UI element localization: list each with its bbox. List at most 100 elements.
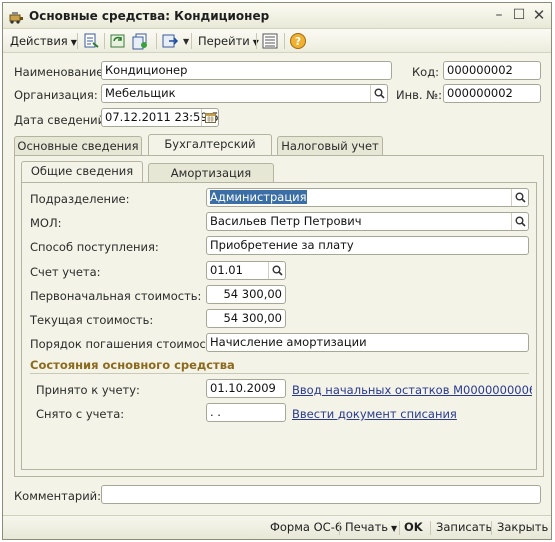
comment-label: Комментарий: xyxy=(14,489,102,503)
code-value: 000000002 xyxy=(447,63,513,77)
name-input[interactable]: Кондиционер xyxy=(101,61,392,80)
division-input[interactable]: Администрация xyxy=(206,188,529,207)
current-cost-value: 54 300,00 xyxy=(223,311,282,325)
toolbar-divider xyxy=(77,33,78,49)
inventory-number-value: 000000002 xyxy=(447,86,513,100)
comment-input[interactable] xyxy=(101,485,541,504)
window-title: Основные средства: Кондиционер xyxy=(29,9,270,23)
help-icon[interactable]: ? xyxy=(289,32,307,50)
code-input[interactable]: 000000002 xyxy=(443,61,541,80)
organization-value: Мебельщик xyxy=(105,86,176,100)
form-window: Основные средства: Кондиционер – ☐ ✕ Дей… xyxy=(2,2,552,540)
division-search-icon[interactable] xyxy=(511,189,528,206)
mol-search-icon[interactable] xyxy=(511,213,528,230)
actions-menu-label: Действия xyxy=(10,34,68,48)
organization-label: Организация: xyxy=(14,88,98,102)
command-bar: Форма ОС-6 Печать ▼ OK Записать Закрыть xyxy=(3,515,551,539)
toolbar-divider xyxy=(256,33,257,49)
toolbar-divider xyxy=(284,33,285,49)
refresh-icon[interactable] xyxy=(109,32,127,50)
division-label: Подразделение: xyxy=(30,192,130,206)
footer-divider xyxy=(339,521,340,535)
account-label: Счет учета: xyxy=(30,265,101,279)
post-document-icon[interactable] xyxy=(82,32,100,50)
organization-input[interactable]: Мебельщик xyxy=(101,84,388,103)
removed-date-input[interactable]: . . xyxy=(206,403,286,422)
based-on-icon[interactable] xyxy=(161,32,179,50)
info-date-input[interactable]: 07.12.2011 23:59:59 xyxy=(101,108,219,127)
receipt-method-value: Приобретение за плату xyxy=(210,238,354,252)
subtab-label: Общие сведения xyxy=(30,164,134,178)
save-button[interactable]: Записать xyxy=(436,520,492,534)
print-button[interactable]: Печать ▼ xyxy=(345,520,397,534)
accepted-label: Принято к учету: xyxy=(36,383,140,397)
toolbar: Действия▼ ▼ Перейти▼ xyxy=(3,29,551,53)
mol-input[interactable]: Васильев Петр Петрович xyxy=(206,212,529,231)
repayment-method-value: Начисление амортизации xyxy=(210,335,367,349)
initial-cost-label: Первоначальная стоимость: xyxy=(30,289,202,303)
name-value: Кондиционер xyxy=(105,63,188,77)
accepted-date-input[interactable]: 01.10.2009 xyxy=(206,379,286,398)
organization-search-icon[interactable] xyxy=(370,85,387,102)
tab-basic-info[interactable]: Основные сведения xyxy=(14,136,142,156)
initial-cost-value: 54 300,00 xyxy=(223,287,282,301)
form-os6-button[interactable]: Форма ОС-6 xyxy=(270,520,342,534)
inventory-number-input[interactable]: 000000002 xyxy=(443,84,541,103)
close-icon[interactable]: ✕ xyxy=(531,7,547,23)
toolbar-divider xyxy=(156,33,157,49)
asset-states-title: Состояния основного средства xyxy=(30,358,235,372)
current-cost-label: Текущая стоимость: xyxy=(30,313,154,327)
copy-document-icon[interactable] xyxy=(131,32,149,50)
current-cost-input[interactable]: 54 300,00 xyxy=(206,309,286,328)
goto-menu-label: Перейти xyxy=(198,34,250,48)
chevron-down-icon[interactable]: ▼ xyxy=(183,37,189,46)
repayment-method-label: Порядок погашения стоимости: xyxy=(30,337,224,351)
info-date-label: Дата сведений: xyxy=(14,113,109,127)
chevron-down-icon: ▼ xyxy=(70,38,77,47)
tab-accounting[interactable]: Бухгалтерский учет xyxy=(148,134,272,170)
goto-menu[interactable]: Перейти▼ xyxy=(198,32,259,50)
receipt-method-label: Способ поступления: xyxy=(30,240,159,254)
tab-tax-accounting[interactable]: Налоговый учет xyxy=(277,136,383,156)
mol-label: МОЛ: xyxy=(30,216,62,230)
ok-button[interactable]: OK xyxy=(404,520,423,534)
account-value: 01.01 xyxy=(210,263,243,277)
footer-divider xyxy=(399,521,400,535)
subtab-depreciation[interactable]: Амортизация (износ) xyxy=(148,163,274,199)
footer-divider xyxy=(491,521,492,535)
account-search-icon[interactable] xyxy=(268,262,285,279)
removed-label: Снято с учета: xyxy=(36,407,125,421)
initial-cost-input[interactable]: 54 300,00 xyxy=(206,285,286,304)
minimize-icon[interactable]: – xyxy=(491,7,507,23)
mol-value: Васильев Петр Петрович xyxy=(210,214,362,228)
receipt-method-input[interactable]: Приобретение за плату xyxy=(206,236,529,255)
code-label: Код: xyxy=(412,65,440,79)
write-off-document-link[interactable]: Ввести документ списания xyxy=(292,407,532,421)
name-label: Наименование: xyxy=(14,65,108,79)
close-button[interactable]: Закрыть xyxy=(497,520,548,534)
chevron-down-icon: ▼ xyxy=(391,524,398,533)
account-input[interactable]: 01.01 xyxy=(206,261,286,280)
subtab-general[interactable]: Общие сведения xyxy=(21,161,143,183)
footer-divider xyxy=(430,521,431,535)
removed-date-value: . . xyxy=(210,405,221,419)
tab-label: Основные сведения xyxy=(17,139,139,153)
fixed-asset-icon xyxy=(9,12,23,24)
svg-text:?: ? xyxy=(295,35,301,48)
title-bar: Основные средства: Кондиционер – ☐ ✕ xyxy=(3,3,551,29)
division-value: Администрация xyxy=(210,190,307,204)
accounting-tab-panel: Общие сведения Амортизация (износ) Подра… xyxy=(14,155,544,477)
tab-label: Налоговый учет xyxy=(281,139,379,153)
print-button-label: Печать xyxy=(345,520,389,534)
calendar-icon[interactable] xyxy=(201,109,218,126)
toolbar-divider xyxy=(191,33,192,49)
section-divider xyxy=(30,373,529,374)
maximize-icon[interactable]: ☐ xyxy=(511,7,527,23)
inventory-number-label: Инв. №: xyxy=(396,88,443,102)
toolbar-divider xyxy=(104,33,105,49)
repayment-method-input[interactable]: Начисление амортизации xyxy=(206,333,529,352)
accepted-date-value: 01.10.2009 xyxy=(210,381,276,395)
accepted-document-link[interactable]: Ввод начальных остатков М0000000006 от 3… xyxy=(292,383,532,397)
structure-list-icon[interactable] xyxy=(261,32,279,50)
actions-menu[interactable]: Действия ▼ xyxy=(10,32,77,50)
